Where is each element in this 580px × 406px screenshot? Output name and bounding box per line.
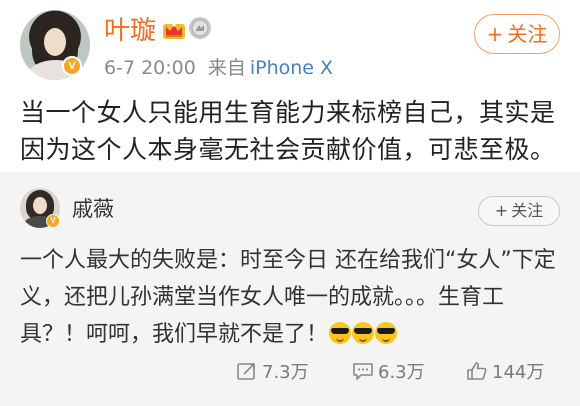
main-post: V 叶璇 6-7 20:00 来自 iPhone X + 关注 当一个女人只能用生育能… — [0, 0, 580, 172]
plus-icon: + — [494, 201, 509, 220]
plus-icon: + — [486, 22, 504, 46]
crown-icon[interactable] — [162, 18, 186, 40]
cool-sunglasses-emoji — [352, 322, 375, 344]
repost-action[interactable]: 7.3万 — [236, 356, 309, 386]
cool-sunglasses-emoji — [329, 322, 352, 344]
verified-badge-icon: V — [62, 56, 82, 76]
follow-button[interactable]: + 关注 — [474, 14, 560, 54]
cool-sunglasses-emoji — [375, 322, 398, 344]
action-bar: 7.3万 6.3万 144万 — [0, 356, 580, 396]
repost-text-body: 一个人最大的失败是：时至今日 还在给我们“女人”下定义，还把儿孙满堂当作女人唯一… — [20, 248, 556, 347]
repost-author-name[interactable]: 戚薇 — [72, 196, 114, 222]
repost-text: 一个人最大的失败是：时至今日 还在给我们“女人”下定义，还把儿孙满堂当作女人唯一… — [20, 242, 568, 353]
author-name[interactable]: 叶璇 — [104, 14, 156, 48]
follow-label: 关注 — [511, 201, 544, 220]
follow-label: 关注 — [507, 22, 548, 46]
repost-icon — [237, 363, 255, 380]
comment-count: 6.3万 — [378, 362, 425, 383]
avatar-face — [44, 28, 66, 56]
repost-count: 7.3万 — [262, 362, 309, 383]
source-prefix: 来自 — [207, 57, 246, 79]
reposted-card[interactable]: V 戚薇 + 关注 一个人最大的失败是：时至今日 还在给我们“女人”下定义，还把儿… — [0, 172, 580, 406]
post-meta: 6-7 20:00 来自 iPhone X — [104, 56, 333, 80]
comment-action[interactable]: 6.3万 — [352, 356, 425, 386]
medal-icon[interactable] — [188, 16, 212, 40]
post-time: 6-7 20:00 — [104, 57, 196, 79]
like-count: 144万 — [492, 362, 545, 383]
comment-icon — [353, 363, 373, 380]
post-source[interactable]: iPhone X — [250, 57, 333, 79]
repost-follow-button[interactable]: + 关注 — [478, 196, 560, 226]
avatar-face — [33, 197, 47, 214]
post-text: 当一个女人只能用生育能力来标榜自己，其实是因为这个人本身毫无社会贡献价值，可悲至… — [20, 98, 556, 164]
thumbs-up-icon — [467, 362, 487, 380]
like-action[interactable]: 144万 — [466, 356, 544, 386]
verified-badge-icon: V — [46, 214, 60, 228]
